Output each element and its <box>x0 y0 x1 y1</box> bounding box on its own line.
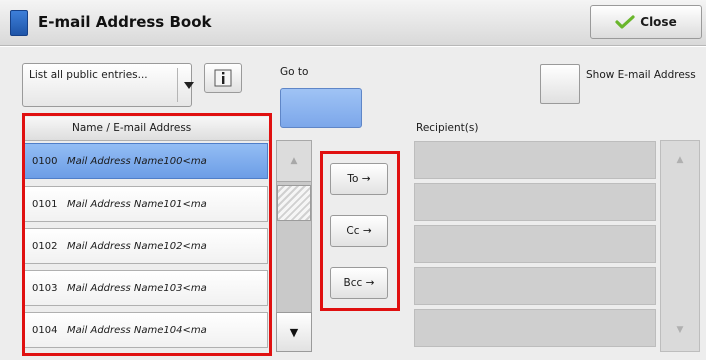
address-book-icon <box>10 10 28 36</box>
entry-number: 0101 <box>32 198 58 210</box>
list-item[interactable]: 0102 Mail Address Name102<ma <box>24 228 268 264</box>
column-header-label: Name / E-mail Address <box>72 122 192 134</box>
arrow-up-icon: ▲ <box>290 156 298 166</box>
recipients-scroll-down[interactable]: ▼ <box>660 310 700 350</box>
entry-name: Mail Address Name104<ma <box>67 324 207 336</box>
scroll-up-button[interactable]: ▲ <box>276 140 312 182</box>
list-item[interactable]: 0100 Mail Address Name100<ma <box>24 143 268 179</box>
entry-name: Mail Address Name102<ma <box>67 240 207 252</box>
arrow-up-icon: ▲ <box>676 155 684 165</box>
title-bar: E-mail Address Book Close <box>0 0 706 46</box>
recipients-label: Recipient(s) <box>416 122 479 134</box>
entry-number: 0102 <box>32 240 58 252</box>
close-label: Close <box>640 15 677 29</box>
filter-dropdown[interactable]: List all public entries... <box>22 63 194 107</box>
cc-button[interactable]: Cc → <box>330 215 388 247</box>
close-button[interactable]: Close <box>590 5 702 39</box>
chevron-down-icon <box>184 82 194 89</box>
filter-value: List all public entries... <box>29 69 148 81</box>
entry-number: 0104 <box>32 324 58 336</box>
recipient-slot[interactable] <box>414 267 656 305</box>
to-button[interactable]: To → <box>330 163 388 195</box>
recipient-slot[interactable] <box>414 183 656 221</box>
arrow-down-icon: ▼ <box>676 325 684 335</box>
entry-name: Mail Address Name100<ma <box>67 155 207 167</box>
info-icon <box>214 69 232 87</box>
bcc-button[interactable]: Bcc → <box>330 267 388 299</box>
show-email-toggle[interactable] <box>540 64 580 104</box>
goto-label: Go to <box>280 66 309 78</box>
checkmark-icon <box>615 15 635 29</box>
list-item[interactable]: 0103 Mail Address Name103<ma <box>24 270 268 306</box>
recipient-slot[interactable] <box>414 309 656 347</box>
list-column-header: Name / E-mail Address <box>24 117 270 141</box>
recipients-scroll-up[interactable]: ▲ <box>660 140 700 180</box>
show-email-label: Show E-mail Address <box>586 69 696 81</box>
entry-number: 0100 <box>32 155 58 167</box>
recipient-slot[interactable] <box>414 141 656 179</box>
arrow-down-icon: ▼ <box>289 325 299 339</box>
recipient-slot[interactable] <box>414 225 656 263</box>
goto-input[interactable] <box>280 88 362 128</box>
entry-name: Mail Address Name103<ma <box>67 282 207 294</box>
list-item[interactable]: 0104 Mail Address Name104<ma <box>24 312 268 348</box>
info-button[interactable] <box>204 63 242 93</box>
entry-name: Mail Address Name101<ma <box>67 198 207 210</box>
entry-number: 0103 <box>32 282 58 294</box>
scroll-thumb[interactable] <box>277 185 311 221</box>
list-item[interactable]: 0101 Mail Address Name101<ma <box>24 186 268 222</box>
scroll-down-button[interactable]: ▼ <box>276 312 312 352</box>
page-title: E-mail Address Book <box>38 13 212 31</box>
dropdown-divider <box>177 68 178 102</box>
